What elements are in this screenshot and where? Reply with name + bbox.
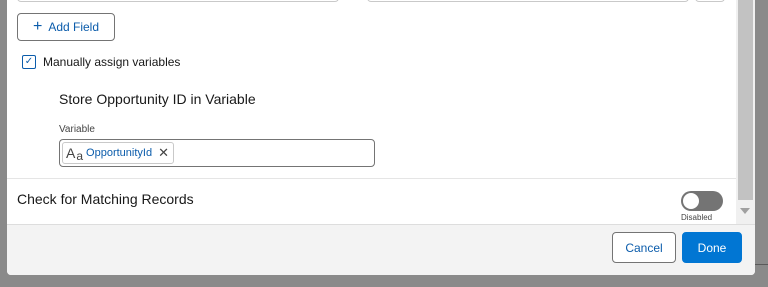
- cancel-button[interactable]: Cancel: [612, 232, 676, 263]
- toggle-status-label: Disabled: [681, 213, 713, 222]
- modal-footer: Cancel Done: [7, 224, 755, 275]
- text-type-icon: Aa: [66, 145, 84, 163]
- matching-records-toggle[interactable]: [681, 191, 723, 211]
- manual-assign-checkbox[interactable]: ✓: [22, 55, 36, 69]
- close-icon[interactable]: ✕: [158, 145, 169, 161]
- remove-field-button-clipped[interactable]: [695, 0, 725, 2]
- checkmark-icon: ✓: [24, 56, 34, 67]
- section-title: Store Opportunity ID in Variable: [59, 91, 256, 107]
- vertical-scrollbar[interactable]: [736, 0, 755, 224]
- variable-pill-value: OpportunityId: [86, 147, 153, 159]
- variable-input[interactable]: Aa OpportunityId ✕: [59, 139, 375, 167]
- scrollbar-thumb[interactable]: [738, 0, 753, 200]
- edit-element-modal: + Add Field ✓ Manually assign variables …: [7, 0, 755, 275]
- variable-label: Variable: [59, 124, 95, 135]
- variable-pill: Aa OpportunityId ✕: [62, 142, 174, 164]
- done-button[interactable]: Done: [682, 232, 742, 263]
- plus-icon: +: [32, 18, 43, 35]
- manual-assign-label: Manually assign variables: [43, 55, 181, 69]
- value-input-clipped[interactable]: [367, 0, 689, 2]
- toggle-knob: [683, 193, 699, 209]
- add-field-label: Add Field: [48, 20, 100, 34]
- field-input-clipped[interactable]: [17, 0, 339, 2]
- matching-records-title: Check for Matching Records: [17, 191, 194, 207]
- scroll-down-arrow-icon[interactable]: [740, 208, 750, 214]
- manual-assign-row: ✓ Manually assign variables: [22, 55, 180, 69]
- section-divider: [7, 178, 736, 179]
- add-field-button[interactable]: + Add Field: [17, 13, 115, 41]
- modal-body: + Add Field ✓ Manually assign variables …: [7, 0, 736, 224]
